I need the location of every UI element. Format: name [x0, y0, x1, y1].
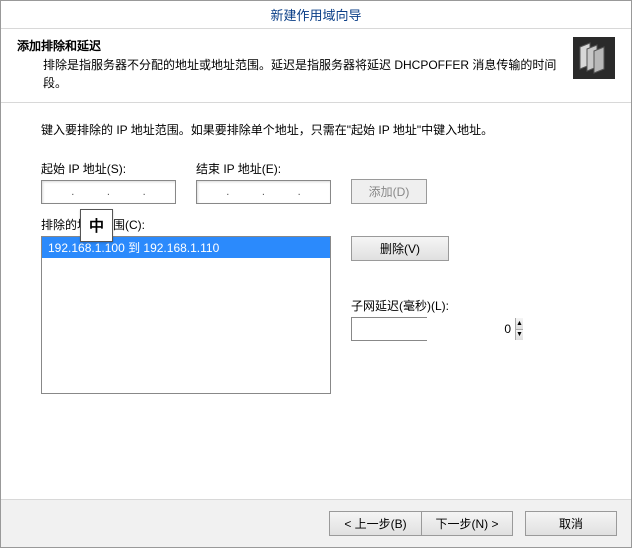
ime-indicator[interactable]: 中	[80, 209, 113, 242]
back-button[interactable]: < 上一步(B)	[329, 511, 421, 536]
start-ip-label: 起始 IP 地址(S):	[41, 160, 176, 177]
remove-button[interactable]: 删除(V)	[351, 236, 449, 261]
end-ip-label: 结束 IP 地址(E):	[196, 160, 331, 177]
titlebar: 新建作用域向导	[1, 1, 631, 29]
subnet-delay-input[interactable]	[352, 318, 515, 340]
excluded-range-label: 排除的地址范围(C):	[41, 216, 591, 233]
window-title: 新建作用域向导	[270, 5, 361, 24]
spinner-up-icon[interactable]: ▲	[516, 318, 523, 330]
wizard-footer: < 上一步(B) 下一步(N) > 取消	[1, 499, 631, 547]
next-button[interactable]: 下一步(N) >	[421, 511, 513, 536]
start-ip-input[interactable]: . . .	[41, 180, 176, 204]
subnet-delay-spinner[interactable]: ▲ ▼	[351, 317, 427, 341]
cancel-button[interactable]: 取消	[525, 511, 617, 536]
ime-char: 中	[89, 215, 104, 236]
spinner-down-icon[interactable]: ▼	[516, 330, 523, 341]
header-text: 添加排除和延迟 排除是指服务器不分配的地址或地址范围。延迟是指服务器将延迟 DH…	[17, 37, 565, 92]
add-button[interactable]: 添加(D)	[351, 179, 427, 204]
exclusion-listbox[interactable]: 192.168.1.100 到 192.168.1.110	[41, 236, 331, 394]
wizard-content: 键入要排除的 IP 地址范围。如果要排除单个地址，只需在"起始 IP 地址"中键…	[1, 103, 631, 404]
header-description: 排除是指服务器不分配的地址或地址范围。延迟是指服务器将延迟 DHCPOFFER …	[43, 56, 565, 92]
instruction-text: 键入要排除的 IP 地址范围。如果要排除单个地址，只需在"起始 IP 地址"中键…	[41, 121, 591, 138]
end-ip-input[interactable]: . . .	[196, 180, 331, 204]
wizard-icon	[573, 37, 615, 79]
subnet-delay-label: 子网延迟(毫秒)(L):	[351, 297, 449, 314]
header-title: 添加排除和延迟	[17, 37, 565, 54]
wizard-header: 添加排除和延迟 排除是指服务器不分配的地址或地址范围。延迟是指服务器将延迟 DH…	[1, 29, 631, 103]
